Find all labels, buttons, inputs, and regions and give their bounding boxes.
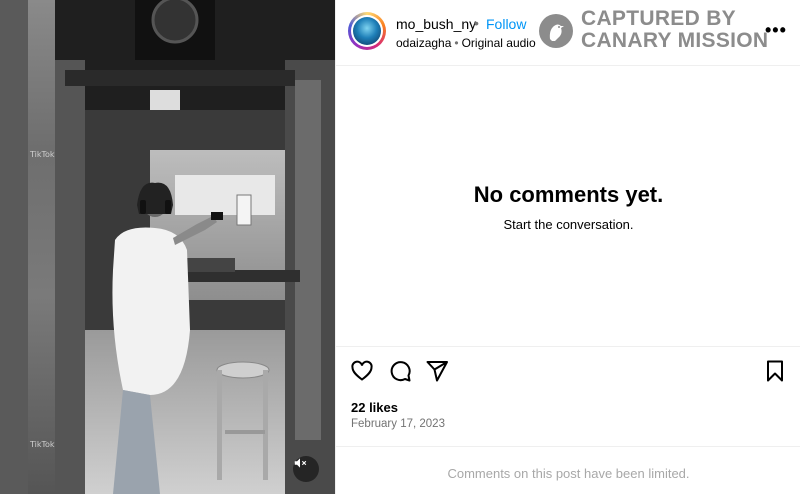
username-link[interactable]: mo_bush_ny: [396, 16, 476, 32]
canary-bird-icon: [549, 24, 564, 41]
post-date: February 17, 2023: [351, 418, 445, 430]
watermark-line: CANARY MISSION: [581, 29, 769, 52]
comments-limited-notice: Comments on this post have been limited.: [447, 466, 690, 481]
post-video[interactable]: [55, 0, 335, 494]
watermark-line: CAPTURED BY: [581, 7, 736, 30]
comments-footer: Comments on this post have been limited.: [336, 446, 800, 494]
more-options-button[interactable]: •••: [765, 20, 787, 41]
likes-count[interactable]: 22 likes: [351, 400, 398, 415]
backdrop-label: TikTok: [30, 440, 55, 449]
post-detail-panel: mo_bush_ny • Follow odaizagha • Original a…: [335, 0, 800, 494]
speaker-muted-icon: [294, 458, 307, 468]
watermark-text: CAPTURED BY CANARY MISSION: [581, 8, 768, 52]
backdrop: TikTok TikTok: [0, 0, 55, 494]
no-comments-title: No comments yet.: [473, 182, 664, 207]
no-comments-subtitle: Start the conversation.: [503, 217, 634, 232]
share-button[interactable]: [425, 359, 451, 385]
follow-button[interactable]: Follow: [486, 16, 526, 32]
backdrop-label: TikTok: [30, 150, 55, 159]
separator-dot: •: [454, 36, 459, 50]
bookmark-icon: [767, 360, 783, 382]
post-header: mo_bush_ny • Follow odaizagha • Original a…: [336, 0, 800, 66]
post-actions: 22 likes February 17, 2023: [336, 346, 800, 446]
avatar[interactable]: [348, 12, 386, 50]
audio-line: odaizagha • Original audio: [396, 36, 536, 50]
backdrop-strip: [28, 0, 55, 494]
save-button[interactable]: [763, 359, 789, 385]
comment-icon: [390, 361, 411, 382]
watermark: CAPTURED BY CANARY MISSION: [539, 8, 768, 54]
separator-dot: •: [474, 15, 479, 31]
avatar-image: [351, 15, 383, 47]
mute-button[interactable]: [293, 456, 319, 482]
comment-button[interactable]: [388, 359, 414, 385]
original-audio-link[interactable]: Original audio: [462, 36, 536, 50]
share-icon: [426, 361, 448, 382]
like-button[interactable]: [350, 359, 376, 385]
video-frame: [55, 0, 335, 494]
audio-username-link[interactable]: odaizagha: [396, 36, 451, 50]
canary-logo-icon: [539, 14, 573, 48]
avatar-picture: [353, 17, 381, 45]
heart-icon: [351, 360, 373, 381]
